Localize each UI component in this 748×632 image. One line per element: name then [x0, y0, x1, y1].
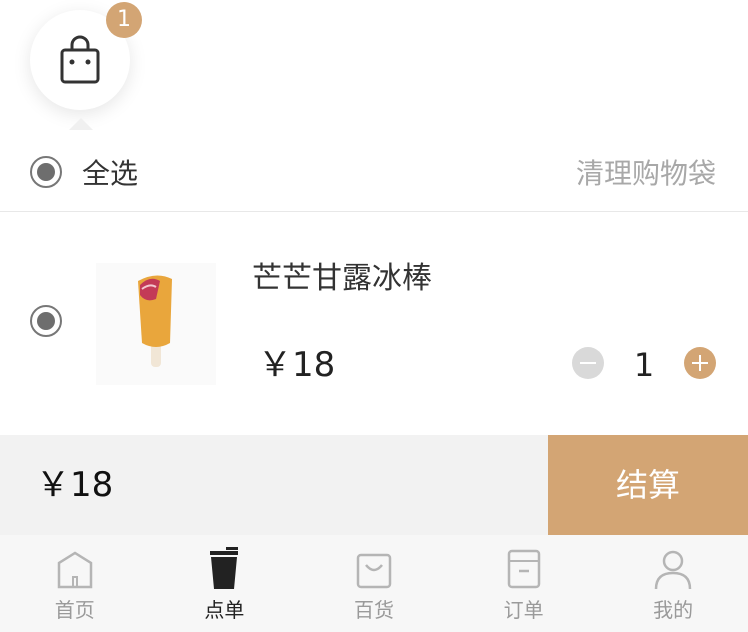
total-bar: ￥18 [0, 435, 548, 535]
tab-order-drinks[interactable]: 点单 [150, 535, 300, 632]
shopping-bag-icon [60, 35, 100, 84]
total-amount: ￥18 [36, 465, 114, 505]
tab-home[interactable]: 首页 [0, 535, 150, 632]
user-icon [654, 550, 692, 590]
tab-shop[interactable]: 百货 [299, 535, 449, 632]
tab-orders[interactable]: 订单 [449, 535, 599, 632]
tab-orders-label: 订单 [503, 598, 544, 622]
bottom-tab-bar: 首页 点单 百货 订单 我的 [0, 535, 748, 632]
tab-order-drinks-label: 点单 [204, 598, 245, 622]
product-price: ￥18 [258, 345, 336, 385]
decrease-quantity-button[interactable] [572, 347, 604, 379]
tab-shop-label: 百货 [353, 598, 394, 622]
clear-cart-button[interactable]: 清理购物袋 [576, 156, 716, 192]
cart-item: 芒芒甘露冰棒 ￥18 1 [0, 213, 748, 435]
home-icon [57, 551, 93, 589]
product-image [96, 263, 216, 385]
select-all-radio[interactable] [30, 156, 62, 188]
tab-home-label: 首页 [54, 598, 95, 622]
cart-bubble-pointer [69, 118, 93, 130]
quantity-value: 1 [633, 346, 655, 384]
item-select-radio[interactable] [30, 305, 62, 337]
cart-count-badge: 1 [106, 2, 142, 38]
drink-cup-icon [210, 547, 239, 589]
tab-profile-label: 我的 [653, 598, 694, 622]
select-all-label[interactable]: 全选 [82, 156, 138, 192]
order-icon [507, 549, 540, 589]
checkout-button[interactable]: 结算 [548, 435, 748, 535]
shopping-bag-icon [356, 553, 392, 589]
product-name[interactable]: 芒芒甘露冰棒 [252, 259, 432, 299]
cart-page: 1 全选 清理购物袋 芒芒甘露冰棒 ￥18 1 ￥18 结算 首页 点单 百货 … [0, 0, 748, 632]
select-all-row: 全选 清理购物袋 [0, 140, 748, 212]
tab-profile[interactable]: 我的 [598, 535, 748, 632]
increase-quantity-button[interactable] [684, 347, 716, 379]
